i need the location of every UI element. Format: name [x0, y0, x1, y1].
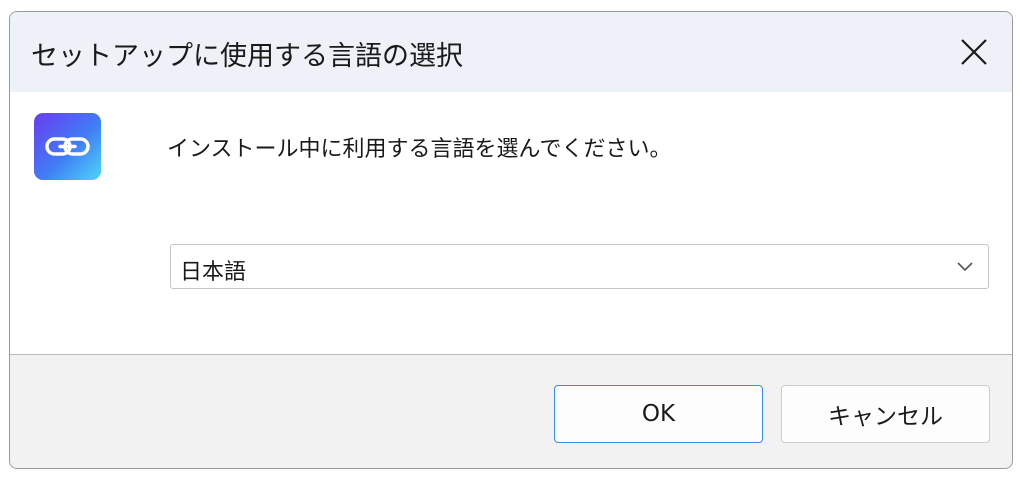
close-icon	[961, 39, 987, 65]
close-button[interactable]	[952, 30, 996, 74]
language-select-value: 日本語	[180, 260, 247, 285]
window-title: セットアップに使用する言語の選択	[31, 41, 463, 72]
app-icon	[34, 113, 101, 180]
prompt-text: インストール中に利用する言語を選んでください。	[167, 137, 672, 162]
language-select[interactable]: 日本語	[170, 244, 989, 289]
cancel-button[interactable]: キャンセル	[781, 385, 990, 443]
ok-button[interactable]: OK	[554, 385, 763, 443]
button-bar: OK キャンセル	[10, 355, 1012, 468]
language-selection-dialog: セットアップに使用する言語の選択 インストール中に利用する言語を選んでください。…	[9, 11, 1013, 469]
link-icon	[45, 137, 90, 156]
chevron-down-icon	[957, 262, 973, 272]
dialog-content: インストール中に利用する言語を選んでください。 日本語	[10, 92, 1012, 354]
title-bar: セットアップに使用する言語の選択	[10, 12, 1012, 92]
